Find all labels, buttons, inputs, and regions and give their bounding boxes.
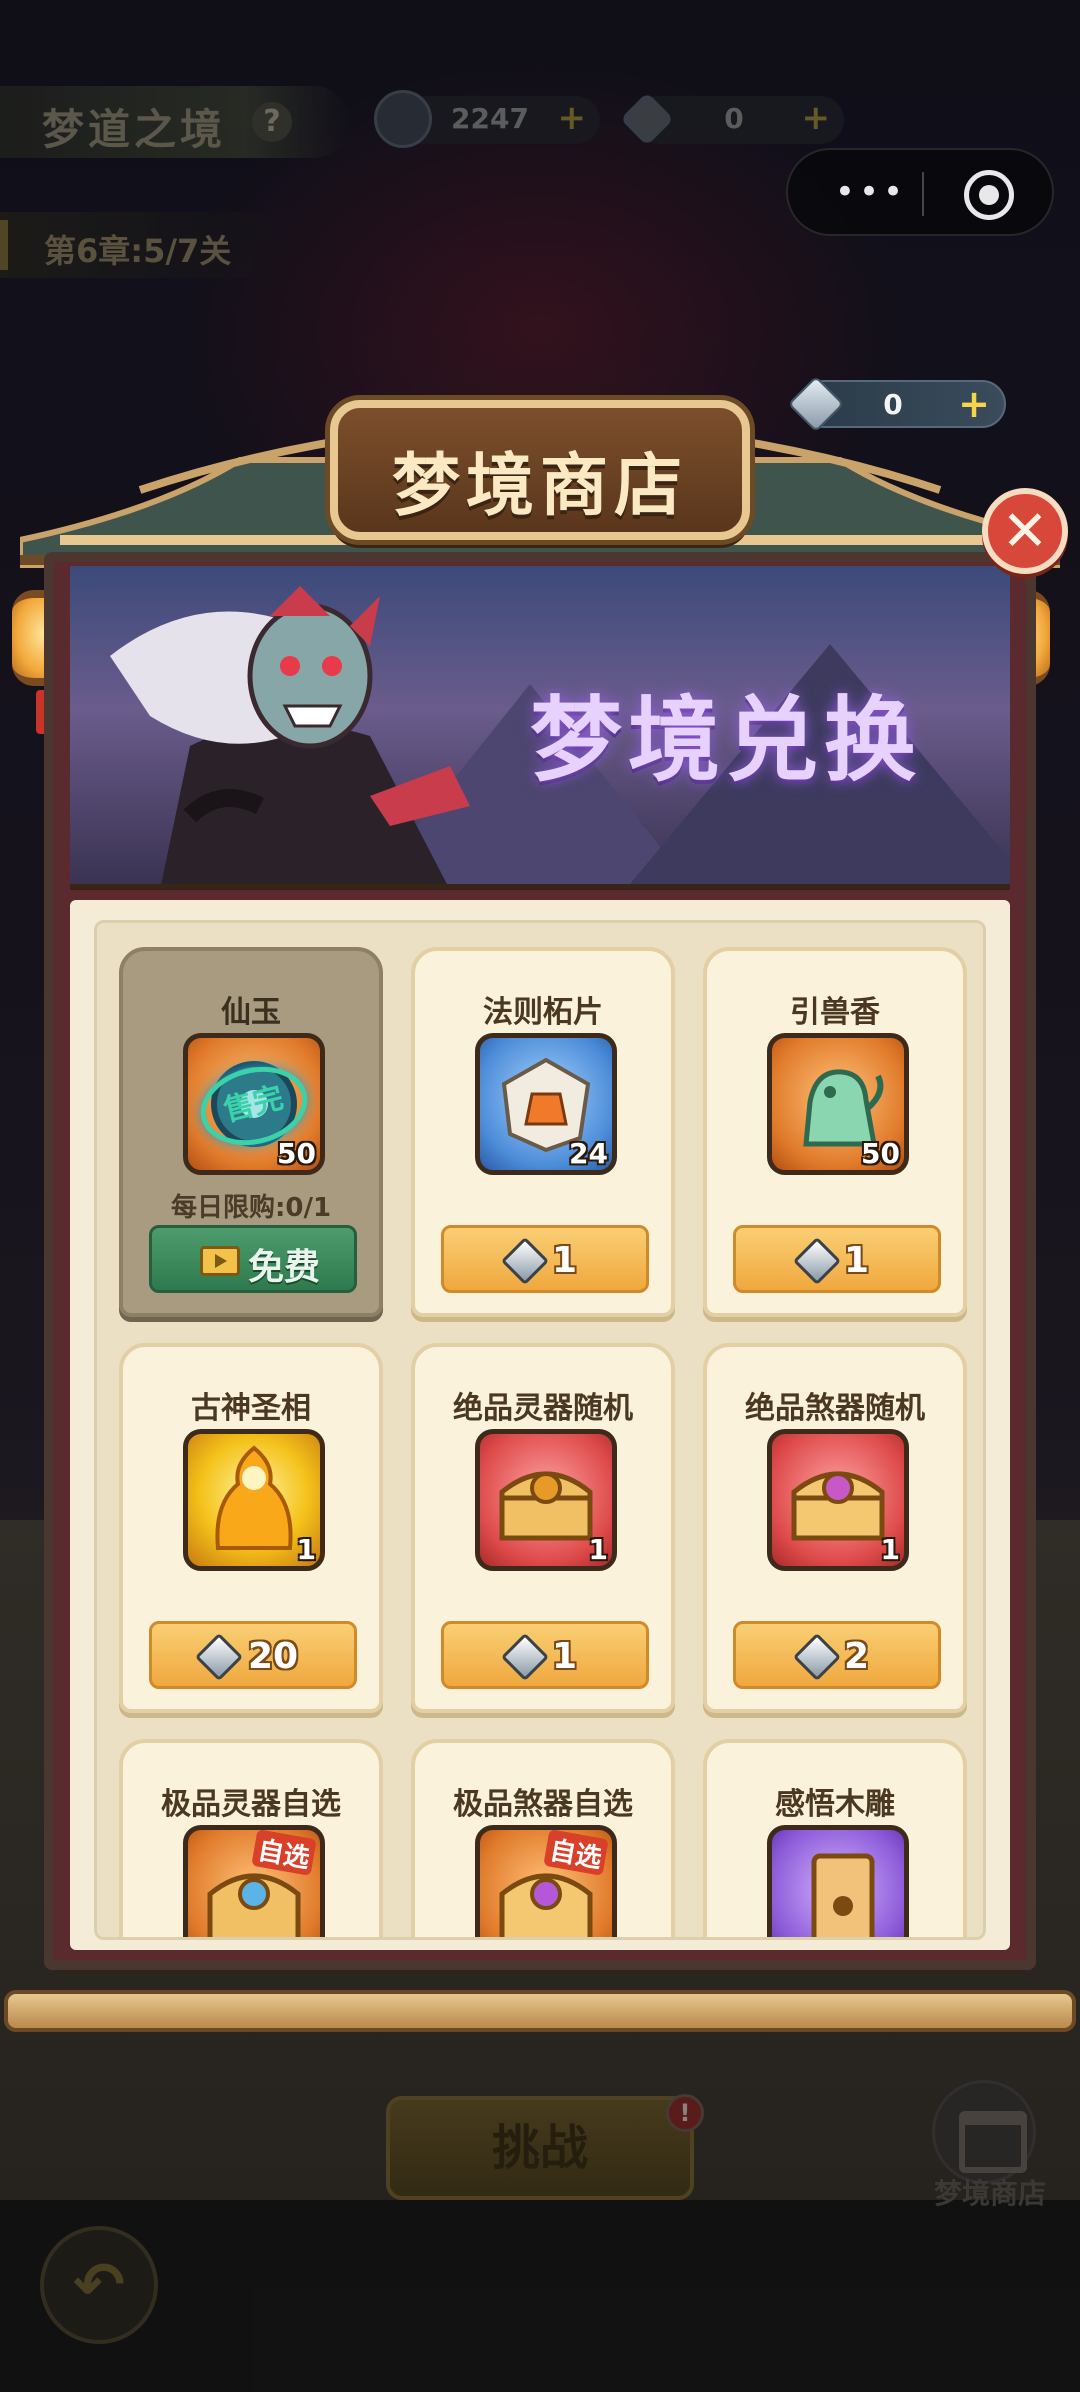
gem-icon	[194, 1632, 244, 1682]
item-name: 法则柘片	[483, 995, 603, 1030]
item-price: 1	[552, 1240, 578, 1281]
item-quantity: 1	[588, 1533, 608, 1566]
item-quantity: 24	[569, 1137, 608, 1170]
item-name: 绝品灵器随机	[453, 1391, 633, 1426]
wood-carving-icon	[767, 1825, 909, 1937]
buy-button[interactable]: 1	[733, 1225, 941, 1293]
item-name: 感悟木雕	[775, 1787, 895, 1822]
item-price: 1	[552, 1636, 578, 1677]
ancient-god-icon: 1	[183, 1429, 325, 1571]
banner-title: 梦境兑换	[530, 686, 923, 794]
close-button[interactable]: ✕	[982, 488, 1068, 574]
shop-title: 梦境商店	[391, 446, 688, 526]
add-gem-button[interactable]: +	[958, 382, 990, 426]
item-quantity: 1	[880, 1533, 900, 1566]
free-label: 免费	[248, 1247, 321, 1288]
item-quantity: 50	[277, 1137, 316, 1170]
item-quantity: 1	[296, 1533, 316, 1566]
shop-item-fiend-select[interactable]: 极品煞器自选 自选	[411, 1739, 675, 1937]
jade-icon: 售完 50	[183, 1033, 325, 1175]
fiend-select-icon: 自选	[475, 1825, 617, 1937]
shop-item-wood-carving[interactable]: 感悟木雕	[703, 1739, 967, 1937]
gem-icon	[792, 1632, 842, 1682]
shop-frame-bottom	[4, 1990, 1076, 2032]
item-price: 2	[844, 1636, 870, 1677]
item-quantity: 50	[861, 1137, 900, 1170]
buy-button[interactable]: 1	[441, 1225, 649, 1293]
item-price: 20	[248, 1636, 299, 1677]
free-claim-button[interactable]: 免费	[149, 1225, 357, 1293]
shop-item-jade[interactable]: 仙玉 售完 50 每日限购:0/1 免费	[119, 947, 383, 1317]
item-name: 绝品煞器随机	[745, 1391, 925, 1426]
exchange-banner: 梦境兑换	[70, 566, 1010, 890]
close-icon: ✕	[1001, 499, 1049, 564]
buy-button[interactable]: 1	[441, 1621, 649, 1689]
shop-gem-balance: 0	[883, 388, 903, 421]
masked-character-art	[110, 586, 470, 884]
fiend-chest-icon: 1	[767, 1429, 909, 1571]
shop-item-ancient-god[interactable]: 古神圣相 1 20	[119, 1343, 383, 1713]
daily-limit-text: 每日限购:0/1	[170, 1193, 332, 1223]
item-name: 极品煞器自选	[453, 1787, 633, 1822]
item-name: 引兽香	[790, 995, 880, 1030]
shop-item-spirit-chest-random[interactable]: 绝品灵器随机 1 1	[411, 1343, 675, 1713]
item-name: 古神圣相	[191, 1391, 311, 1426]
shop-item-spirit-select[interactable]: 极品灵器自选 自选	[119, 1739, 383, 1937]
gem-icon	[500, 1236, 550, 1286]
shop-gem-counter: 0 +	[787, 375, 1006, 433]
item-name: 极品灵器自选	[161, 1787, 341, 1822]
spirit-select-icon: 自选	[183, 1825, 325, 1937]
video-ad-icon	[200, 1246, 240, 1276]
shop-item-fiend-chest-random[interactable]: 绝品煞器随机 1 2	[703, 1343, 967, 1713]
item-name: 仙玉	[221, 995, 281, 1030]
item-price: 1	[844, 1240, 870, 1281]
capsule-divider	[922, 172, 924, 216]
shop-item-law-shard[interactable]: 法则柘片 24 1	[411, 947, 675, 1317]
dream-shop-dialog: 梦境兑换 梦境商店 0 + ✕ 仙玉 售完 50 每日限购:0/1 免费 法则柘…	[0, 360, 1080, 2040]
shop-title-plaque: 梦境商店	[330, 400, 750, 540]
gem-icon	[500, 1632, 550, 1682]
shop-item-grid[interactable]: 仙玉 售完 50 每日限购:0/1 免费 法则柘片 24 1 引兽香 50 1 …	[94, 920, 986, 1940]
spirit-chest-icon: 1	[475, 1429, 617, 1571]
miniprogram-capsule: •••	[786, 148, 1054, 236]
buy-button[interactable]: 2	[733, 1621, 941, 1689]
buy-button[interactable]: 20	[149, 1621, 357, 1689]
more-options-icon[interactable]: •••	[826, 175, 916, 210]
gem-icon	[792, 1236, 842, 1286]
beast-incense-icon: 50	[767, 1033, 909, 1175]
law-shard-icon: 24	[475, 1033, 617, 1175]
shop-item-panel: 仙玉 售完 50 每日限购:0/1 免费 法则柘片 24 1 引兽香 50 1 …	[70, 900, 1010, 1950]
shop-item-beast-incense[interactable]: 引兽香 50 1	[703, 947, 967, 1317]
close-miniprogram-icon[interactable]	[964, 170, 1014, 220]
